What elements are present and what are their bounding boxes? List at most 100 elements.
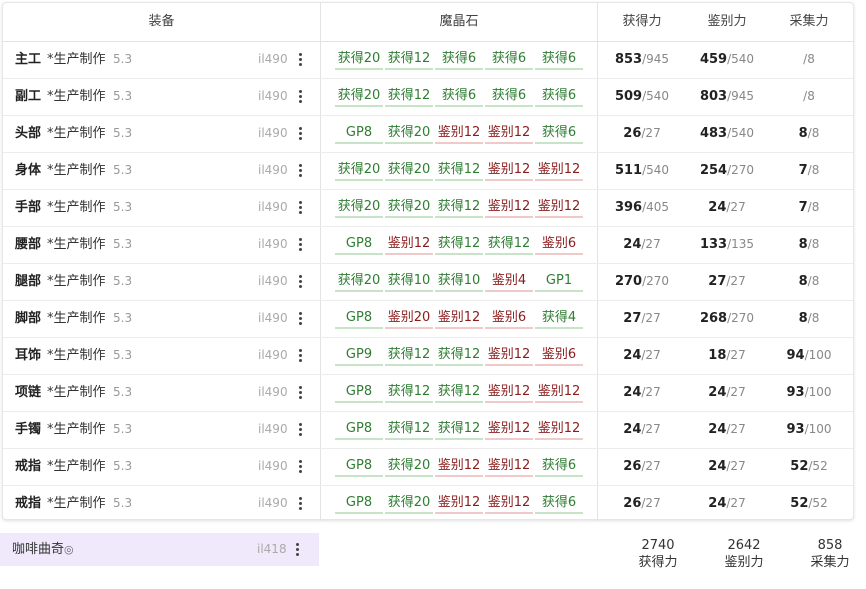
materia-slot[interactable]: 鉴别6 [535,346,583,366]
more-menu-icon[interactable] [293,237,307,253]
materia-slot[interactable]: 获得10 [435,272,483,292]
more-menu-icon[interactable] [293,385,307,401]
stat-gathering: 27/27 [623,311,661,326]
materia-slot[interactable]: 获得12 [435,383,483,403]
materia-slot[interactable]: 获得12 [385,383,433,403]
materia-slot[interactable]: 获得12 [435,161,483,181]
materia-slot[interactable]: 获得20 [385,494,433,514]
stat-perception: 459/540 [699,52,755,67]
materia-slot[interactable]: 获得12 [435,346,483,366]
materia-slot[interactable]: 鉴别12 [435,124,483,144]
materia-slot[interactable]: 获得12 [385,346,433,366]
item-name[interactable]: *生产制作 [47,485,106,522]
materia-slot[interactable]: 获得12 [385,87,433,107]
materia-slot[interactable]: 鉴别12 [485,383,533,403]
more-menu-icon[interactable] [293,274,307,290]
food-row[interactable]: 咖啡曲奇◎ il418 [0,533,319,566]
materia-slot[interactable]: GP9 [335,346,383,366]
materia-slot[interactable]: 获得10 [385,272,433,292]
more-menu-icon[interactable] [293,52,307,68]
materia-slot[interactable]: 获得6 [435,87,483,107]
materia-slot[interactable]: 鉴别12 [485,420,533,440]
materia-slot[interactable]: 获得4 [535,309,583,329]
more-menu-icon[interactable] [293,348,307,364]
item-name[interactable]: *生产制作 [47,41,106,78]
more-menu-icon[interactable] [293,163,307,179]
item-version: 5.3 [113,274,133,288]
materia-slot[interactable]: 获得6 [535,50,583,70]
item-name[interactable]: *生产制作 [47,115,106,152]
materia-slot[interactable]: GP8 [335,420,383,440]
more-menu-icon[interactable] [293,89,307,105]
materia-slot[interactable]: 鉴别12 [485,457,533,477]
materia-slot[interactable]: 获得20 [335,272,383,292]
item-name[interactable]: *生产制作 [47,226,106,263]
table-row: 手镯 *生产制作 5.3 il490 GP8 获得12 获得12 鉴别12 鉴别12 24/27 2… [3,411,853,449]
materia-slot[interactable]: 鉴别12 [435,309,483,329]
item-name[interactable]: *生产制作 [47,189,106,226]
materia-slot[interactable]: 鉴别20 [385,309,433,329]
materia-slot[interactable]: GP8 [335,457,383,477]
materia-slot[interactable]: 鉴别12 [485,198,533,218]
materia-slot[interactable]: 获得12 [385,420,433,440]
materia-slot[interactable]: 获得6 [535,457,583,477]
materia-slot[interactable]: 鉴别4 [485,272,533,292]
materia-slot[interactable]: GP1 [535,272,583,292]
materia-slot[interactable]: 获得6 [535,87,583,107]
materia-slot[interactable]: 获得20 [335,198,383,218]
more-menu-icon[interactable] [293,422,307,438]
item-name[interactable]: *生产制作 [47,374,106,411]
materia-slot[interactable]: 获得6 [435,50,483,70]
slot-label: 腰部 [15,237,42,252]
materia-slot[interactable]: GP8 [335,494,383,514]
materia-slot[interactable]: 鉴别12 [485,494,533,514]
materia-slot[interactable]: GP8 [335,383,383,403]
item-name[interactable]: *生产制作 [47,300,106,337]
materia-slot[interactable]: 鉴别6 [535,235,583,255]
more-menu-icon[interactable] [290,542,304,558]
materia-slot[interactable]: 获得12 [435,420,483,440]
item-name[interactable]: *生产制作 [47,152,106,189]
materia-slot[interactable]: 获得12 [385,50,433,70]
materia-slot[interactable]: 获得12 [435,198,483,218]
materia-slot[interactable]: 鉴别6 [485,309,533,329]
materia-slot[interactable]: 鉴别12 [535,420,583,440]
materia-slot[interactable]: 获得12 [435,235,483,255]
materia-slot[interactable]: 获得6 [485,50,533,70]
materia-slot[interactable]: 鉴别12 [385,235,433,255]
more-menu-icon[interactable] [293,459,307,475]
materia-slot[interactable]: 获得20 [385,457,433,477]
more-menu-icon[interactable] [293,311,307,327]
materia-slot[interactable]: 获得12 [485,235,533,255]
materia-slot[interactable]: 鉴别12 [535,161,583,181]
item-name[interactable]: *生产制作 [47,78,106,115]
item-level: il490 [258,459,288,473]
materia-slot[interactable]: 获得6 [535,124,583,144]
materia-slot[interactable]: GP8 [335,235,383,255]
item-name[interactable]: *生产制作 [47,411,106,448]
materia-slot[interactable]: 鉴别12 [485,346,533,366]
materia-slot[interactable]: 鉴别12 [535,198,583,218]
materia-slot[interactable]: 获得20 [385,124,433,144]
materia-slot[interactable]: 获得20 [335,87,383,107]
materia-slot[interactable]: GP8 [335,309,383,329]
more-menu-icon[interactable] [293,496,307,512]
materia-slot[interactable]: 鉴别12 [485,124,533,144]
materia-slot[interactable]: 鉴别12 [485,161,533,181]
materia-slot[interactable]: 获得6 [485,87,533,107]
materia-slot[interactable]: 获得20 [385,161,433,181]
materia-slot[interactable]: GP8 [335,124,383,144]
materia-slot[interactable]: 获得20 [385,198,433,218]
materia-slot[interactable]: 鉴别12 [435,494,483,514]
materia-slot[interactable]: 获得6 [535,494,583,514]
item-version: 5.3 [113,200,133,214]
more-menu-icon[interactable] [293,200,307,216]
materia-slot[interactable]: 获得20 [335,50,383,70]
item-name[interactable]: *生产制作 [47,448,106,485]
more-menu-icon[interactable] [293,126,307,142]
item-name[interactable]: *生产制作 [47,263,106,300]
materia-slot[interactable]: 鉴别12 [535,383,583,403]
materia-slot[interactable]: 获得20 [335,161,383,181]
materia-slot[interactable]: 鉴别12 [435,457,483,477]
item-name[interactable]: *生产制作 [47,337,106,374]
